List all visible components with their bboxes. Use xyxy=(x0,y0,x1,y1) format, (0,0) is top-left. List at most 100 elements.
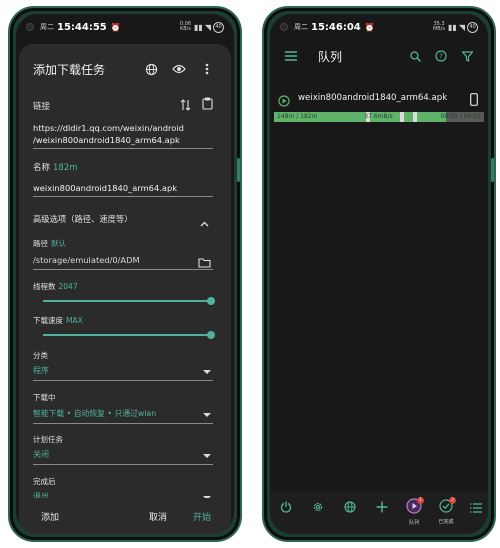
task-progress-size: 149m / 182m xyxy=(277,113,318,120)
network-speed: 0.06 KB/s xyxy=(180,22,191,32)
svg-text:?: ? xyxy=(439,53,443,61)
link-input[interactable]: https://dldir1.qq.com/weixin/android /we… xyxy=(33,122,213,146)
browser-button[interactable] xyxy=(336,498,364,530)
category-select[interactable]: 程序 xyxy=(33,365,213,377)
battery-icon: 40 xyxy=(213,21,224,33)
on-complete-label: 完成后 xyxy=(33,477,56,486)
menu-icon[interactable] xyxy=(278,43,304,69)
eye-icon[interactable] xyxy=(165,58,193,80)
clipboard-icon[interactable] xyxy=(202,95,213,114)
speed-label: 下载速度 MAX xyxy=(33,315,83,326)
filter-icon[interactable] xyxy=(454,43,480,69)
list-menu-button[interactable] xyxy=(462,498,488,530)
queue-badge: 1 xyxy=(417,497,424,504)
schedule-select[interactable]: 关闭 xyxy=(33,449,213,461)
network-speed: 35.3 MB/s xyxy=(433,22,445,32)
task-filename: weixin800android1840_arm64.apk xyxy=(298,93,448,103)
battery-level: 40 xyxy=(215,24,222,30)
alarm-icon: ⏰ xyxy=(364,22,375,32)
downloading-dropdown-icon[interactable] xyxy=(203,413,211,417)
dialog-title: 添加下载任务 xyxy=(33,62,106,77)
threads-slider-thumb[interactable] xyxy=(207,297,215,305)
link-line-1: https://dldir1.qq.com/weixin/android xyxy=(33,123,184,133)
status-day: 周二 xyxy=(294,23,308,31)
cancel-button[interactable]: 取消 xyxy=(149,510,167,523)
camera-cutout xyxy=(280,23,288,31)
threads-slider[interactable] xyxy=(43,300,211,302)
queue-screen: 周二 15:46:04 ⏰ 35.3 MB/s ▮▮ ◥ 40 队列 ? wei… xyxy=(270,14,488,534)
battery-icon: 40 xyxy=(467,21,478,33)
start-button[interactable]: 开始 xyxy=(193,510,211,523)
status-time: 15:46:04 xyxy=(311,21,361,33)
queue-tab-label: 队列 xyxy=(408,520,419,526)
signal-icon: ▮▮ xyxy=(448,22,457,32)
task-progress-bar: 149m / 182m 37.6mB/s 00:05 / 00:02 xyxy=(274,112,484,122)
battery-level: 40 xyxy=(469,24,476,30)
wifi-icon: ◥ xyxy=(204,22,211,32)
schedule-dropdown-icon[interactable] xyxy=(203,454,211,458)
network-speed-unit: MB/s xyxy=(432,26,446,32)
power-button[interactable] xyxy=(272,498,300,530)
sort-icon[interactable] xyxy=(180,96,191,115)
downloading-select[interactable]: 智能下载 • 自动恢复 • 只通过wlan xyxy=(33,408,213,420)
path-label-text: 路径 xyxy=(33,239,48,248)
dialog-header: 添加下载任务 xyxy=(33,58,221,80)
schedule-underline xyxy=(33,464,213,465)
status-time: 15:44:55 xyxy=(57,21,107,33)
link-underline xyxy=(33,148,213,149)
status-day: 周二 xyxy=(40,23,54,31)
category-label: 分类 xyxy=(33,351,48,360)
bottom-toolbar: 1 队列 2 已完成 xyxy=(270,492,488,534)
alarm-icon: ⏰ xyxy=(110,22,121,32)
queue-tab[interactable]: 1 队列 xyxy=(400,497,428,530)
speed-label-text: 下载速度 xyxy=(33,316,63,325)
status-bar: 周二 15:46:04 ⏰ 35.3 MB/s ▮▮ ◥ 40 xyxy=(270,14,488,40)
link-line-2: /weixin800android1840_arm64.apk xyxy=(33,135,180,145)
name-input[interactable]: weixin800android1840_arm64.apk xyxy=(33,182,213,194)
downloading-underline xyxy=(33,423,213,424)
name-underline xyxy=(33,196,213,197)
path-underline xyxy=(33,269,213,270)
name-label-text: 名称 xyxy=(33,163,51,173)
settings-button[interactable] xyxy=(304,498,332,530)
phone-device-icon xyxy=(470,91,478,110)
add-button[interactable]: 添加 xyxy=(41,510,59,523)
completed-tab[interactable]: 2 已完成 xyxy=(432,497,460,530)
advanced-options-toggle[interactable]: 高级选项（路径、速度等） xyxy=(33,213,133,225)
help-icon[interactable]: ? xyxy=(428,43,454,69)
threads-value: 2047 xyxy=(58,282,78,291)
completed-badge: 2 xyxy=(449,497,456,504)
add-task-button[interactable] xyxy=(368,498,396,530)
camera-cutout xyxy=(26,23,34,31)
add-task-screen: 周二 15:44:55 ⏰ 0.06 KB/s ▮▮ ◥ 40 添加下载任务 链… xyxy=(16,14,234,534)
speed-slider-thumb[interactable] xyxy=(207,331,215,339)
globe-icon[interactable] xyxy=(137,58,165,80)
threads-label: 线程数 2047 xyxy=(33,281,78,292)
search-icon[interactable] xyxy=(402,43,428,69)
download-task-row[interactable]: weixin800android1840_arm64.apk 149m / 18… xyxy=(270,90,488,130)
side-button xyxy=(237,158,240,182)
power-icon xyxy=(280,498,292,517)
gear-icon xyxy=(312,498,324,517)
path-input[interactable]: /storage/emulated/0/ADM xyxy=(33,254,213,266)
signal-icon: ▮▮ xyxy=(194,22,203,32)
globe-icon xyxy=(344,498,356,517)
list-icon xyxy=(470,498,482,517)
name-label: 名称 182m xyxy=(33,161,78,173)
file-size: 182m xyxy=(53,163,78,173)
progress-segment xyxy=(412,112,417,122)
phone-left: 周二 15:44:55 ⏰ 0.06 KB/s ▮▮ ◥ 40 添加下载任务 链… xyxy=(8,6,242,542)
status-bar: 周二 15:44:55 ⏰ 0.06 KB/s ▮▮ ◥ 40 xyxy=(16,14,234,40)
chevron-up-icon[interactable] xyxy=(200,212,209,231)
category-dropdown-icon[interactable] xyxy=(203,370,211,374)
link-label: 链接 xyxy=(33,102,51,112)
speed-slider[interactable] xyxy=(43,334,211,336)
play-icon[interactable] xyxy=(278,92,290,111)
add-download-dialog: 添加下载任务 链接 https://dldir1.qq.com/weixin/a… xyxy=(19,44,231,534)
plus-icon xyxy=(376,498,388,517)
phone-right: 周二 15:46:04 ⏰ 35.3 MB/s ▮▮ ◥ 40 队列 ? wei… xyxy=(262,6,496,542)
task-speed: 37.6mB/s xyxy=(364,113,393,120)
dialog-footer: 添加 取消 开始 xyxy=(19,498,231,534)
more-vert-icon[interactable] xyxy=(193,58,221,80)
path-label: 路径 默认 xyxy=(33,238,66,249)
